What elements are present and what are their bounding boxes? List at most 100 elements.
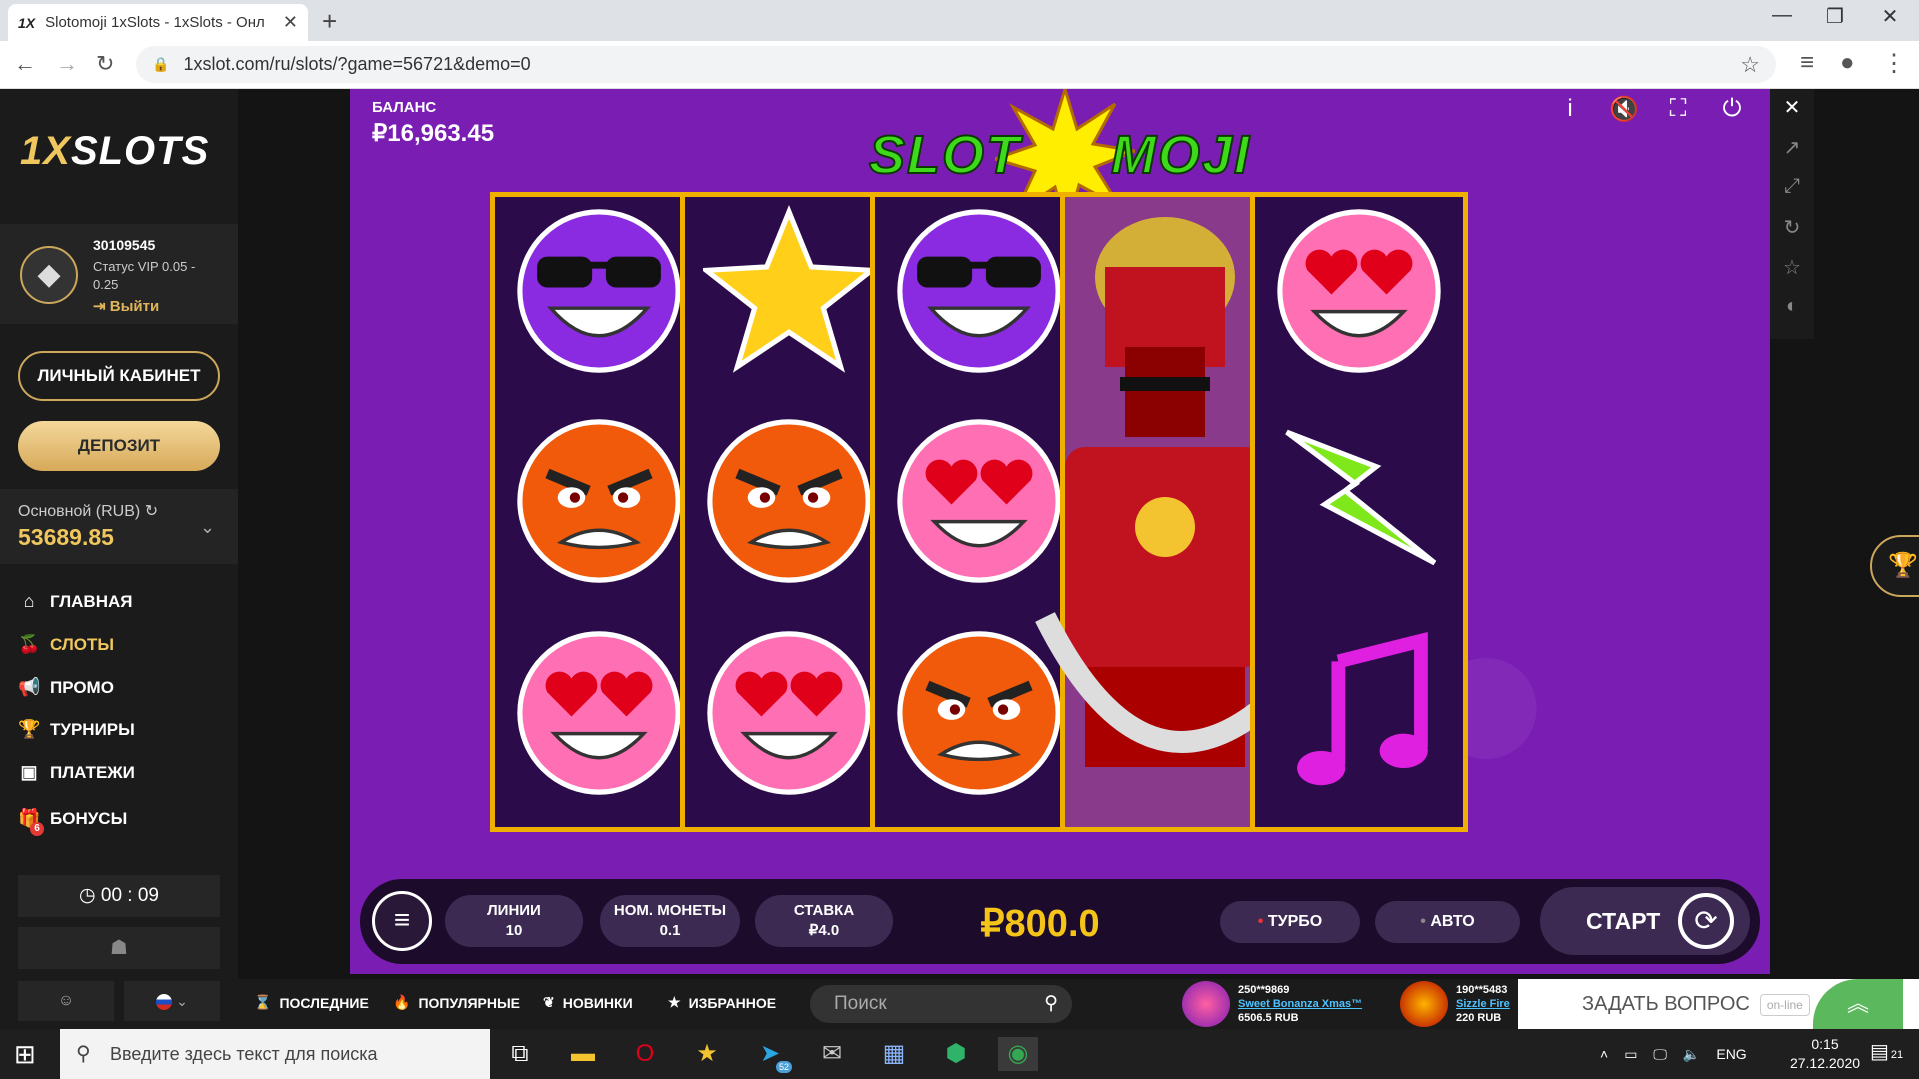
turbo-toggle[interactable]: • ТУРБО bbox=[1220, 901, 1360, 943]
power-icon[interactable]: ⏻ bbox=[1714, 95, 1750, 123]
fullscreen-icon[interactable]: ⛶ bbox=[1660, 95, 1696, 123]
refresh-icon[interactable]: ↻ bbox=[145, 503, 158, 520]
slot-game-canvas[interactable]: БАЛАНС ₽16,963.45 SLOT MOJI i 🔇 ⛶ ⏻ ≡ ЛИ… bbox=[350, 89, 1770, 974]
network-icon[interactable]: 🖵 bbox=[1653, 1046, 1667, 1063]
taskbar-search-placeholder: Введите здесь текст для поиска bbox=[110, 1044, 378, 1064]
nav-label: ГЛАВНАЯ bbox=[50, 591, 133, 611]
deposit-button[interactable]: ДЕПОЗИТ bbox=[18, 421, 220, 471]
calculator-icon[interactable]: ▦ bbox=[874, 1037, 914, 1071]
nav-item-tournaments[interactable]: 🏆 ТУРНИРЫ bbox=[18, 719, 135, 740]
chrome-icon[interactable]: ◉ bbox=[998, 1037, 1038, 1071]
games-bottom-bar: ⌛ ПОСЛЕДНИЕ 🔥 ПОПУЛЯРНЫЕ ❦ НОВИНКИ ★ ИЗБРАНН… bbox=[238, 979, 1919, 1029]
browser-tab-bar: 1X Slotomoji 1xSlots - 1xSlots - Онл ✕ +… bbox=[0, 0, 1919, 41]
feed-text: 250**9869 Sweet Bonanza Xmas™ 6506.5 RUB bbox=[1238, 983, 1362, 1025]
game-menu-button[interactable]: ≡ bbox=[372, 891, 432, 951]
search-icon: ⚲ bbox=[76, 1043, 91, 1065]
language-select[interactable]: ⌄ bbox=[124, 981, 220, 1021]
share-icon[interactable]: ↗ bbox=[1770, 135, 1814, 160]
favorite-star-icon[interactable]: ☆ bbox=[1770, 255, 1814, 280]
clock-date: 27.12.2020 bbox=[1789, 1055, 1861, 1071]
search-placeholder: Поиск bbox=[834, 993, 887, 1014]
feed-amount: 6506.5 RUB bbox=[1238, 1012, 1299, 1024]
close-window-icon[interactable]: ✕ bbox=[1870, 4, 1910, 29]
url-field[interactable]: 🔒 1xslot.com/ru/slots/?game=56721&demo=0… bbox=[136, 46, 1776, 83]
coin-label: НОМ. МОНЕТЫ bbox=[613, 902, 727, 919]
feed-text: 190**5483 Sizzle Fire 220 RUB bbox=[1456, 983, 1510, 1025]
minimize-icon[interactable]: — bbox=[1762, 4, 1802, 27]
mail-app-icon[interactable]: ✉ bbox=[812, 1037, 852, 1071]
tab-new[interactable]: ❦ НОВИНКИ bbox=[543, 994, 633, 1011]
info-icon[interactable]: i bbox=[1552, 95, 1588, 123]
win-feed-item[interactable]: 250**9869 Sweet Bonanza Xmas™ 6506.5 RUB bbox=[1182, 981, 1362, 1027]
chevron-down-icon[interactable]: ⌄ bbox=[200, 517, 215, 538]
nav-item-promo[interactable]: 📢 ПРОМО bbox=[18, 677, 114, 698]
reel-5 bbox=[1250, 192, 1468, 832]
windows-start-icon[interactable]: ⊞ bbox=[14, 1039, 36, 1070]
taskbar-search-input[interactable]: ⚲ Введите здесь текст для поиска bbox=[60, 1029, 490, 1079]
tab-popular[interactable]: 🔥 ПОПУЛЯРНЫЕ bbox=[393, 994, 520, 1011]
back-icon[interactable]: ← bbox=[14, 51, 36, 77]
forward-icon[interactable]: → bbox=[56, 51, 78, 77]
personal-cabinet-button[interactable]: ЛИЧНЫЙ КАБИНЕТ bbox=[18, 351, 220, 401]
timer-value: 00 : 09 bbox=[100, 885, 159, 906]
reload-game-icon[interactable]: ↻ bbox=[1770, 215, 1814, 240]
reload-icon[interactable]: ↻ bbox=[96, 51, 114, 77]
android-app-button[interactable]: ☗ bbox=[18, 927, 220, 969]
nav-item-home[interactable]: ⌂ ГЛАВНАЯ bbox=[18, 591, 133, 612]
tray-chevron-up-icon[interactable]: ˄ bbox=[1600, 1046, 1608, 1062]
volume-icon[interactable]: 🔈 bbox=[1683, 1046, 1700, 1063]
toggle-icon[interactable]: ◐ bbox=[1770, 295, 1814, 318]
close-game-icon[interactable]: ✕ bbox=[1770, 95, 1814, 120]
new-tab-button[interactable]: + bbox=[322, 6, 337, 37]
logout-link[interactable]: ⇥ Выйти bbox=[93, 297, 159, 315]
spin-icon[interactable]: ⟳ bbox=[1678, 893, 1734, 949]
support-button[interactable]: ☺ bbox=[18, 981, 114, 1021]
task-view-icon[interactable]: ⧉ bbox=[500, 1037, 540, 1071]
security-app-icon[interactable]: ⬢ bbox=[936, 1037, 976, 1071]
close-tab-icon[interactable]: ✕ bbox=[283, 12, 298, 33]
media-control-icon[interactable]: ≡ bbox=[1800, 49, 1814, 77]
game-search-input[interactable]: Поиск ⚲ bbox=[810, 985, 1072, 1023]
notification-icon[interactable]: ▤ 21 bbox=[1870, 1039, 1903, 1064]
coin-value: 0.1 bbox=[659, 922, 681, 939]
file-explorer-icon[interactable]: ▬ bbox=[563, 1037, 603, 1071]
star-icon: ★ bbox=[668, 994, 681, 1010]
site-logo[interactable]: 1XSLOTS bbox=[20, 129, 209, 174]
nav-item-payments[interactable]: ▣ ПЛАТЕЖИ bbox=[18, 762, 135, 783]
favorites-app-icon[interactable]: ★ bbox=[687, 1037, 727, 1071]
account-selector[interactable]: Основной (RUB) ↻ 53689.85 ⌄ bbox=[0, 489, 238, 564]
input-language[interactable]: ENG bbox=[1716, 1046, 1746, 1062]
mute-icon[interactable]: 🔇 bbox=[1606, 95, 1642, 124]
nav-item-slots[interactable]: 🍒 СЛОТЫ bbox=[18, 634, 114, 655]
lines-selector[interactable]: ЛИНИИ 10 bbox=[445, 895, 583, 947]
session-timer: ◷ 00 : 09 bbox=[18, 875, 220, 917]
cool-sunglasses-emoji bbox=[517, 209, 681, 373]
coin-value-selector[interactable]: НОМ. МОНЕТЫ 0.1 bbox=[600, 895, 740, 947]
bookmark-star-icon[interactable]: ☆ bbox=[1740, 52, 1760, 78]
win-amount: ₽800.0 bbox=[980, 903, 1100, 945]
feed-game[interactable]: Sweet Bonanza Xmas™ bbox=[1238, 997, 1362, 1011]
win-feed-item[interactable]: 190**5483 Sizzle Fire 220 RUB bbox=[1400, 981, 1510, 1027]
nav-label: ПЛАТЕЖИ bbox=[50, 762, 135, 782]
feed-game[interactable]: Sizzle Fire bbox=[1456, 997, 1510, 1011]
menu-kebab-icon[interactable]: ⋮ bbox=[1882, 49, 1906, 78]
restore-icon[interactable]: ❐ bbox=[1815, 4, 1855, 29]
nav-label: ТУРНИРЫ bbox=[50, 719, 135, 739]
taskbar-clock[interactable]: 0:15 27.12.2020 bbox=[1780, 1035, 1870, 1073]
opera-icon[interactable]: O bbox=[625, 1037, 665, 1071]
telegram-icon[interactable]: ➤ 52 bbox=[750, 1037, 792, 1073]
tab-recent[interactable]: ⌛ ПОСЛЕДНИЕ bbox=[254, 994, 369, 1011]
auto-label: АВТО bbox=[1430, 913, 1475, 930]
tab-favorites[interactable]: ★ ИЗБРАННОЕ bbox=[668, 994, 776, 1011]
auto-toggle[interactable]: • АВТО bbox=[1375, 901, 1520, 943]
bet-selector[interactable]: СТАВКА ₽4.0 bbox=[755, 895, 893, 947]
search-icon[interactable]: ⚲ bbox=[1044, 985, 1058, 1023]
nav-item-bonuses[interactable]: 🎁 БОНУСЫ 6 bbox=[18, 808, 127, 836]
balance-label: БАЛАНС bbox=[372, 99, 437, 116]
battery-icon[interactable]: ▭ bbox=[1624, 1046, 1637, 1063]
angry-emoji bbox=[517, 419, 681, 583]
heart-eyes-emoji bbox=[707, 631, 871, 795]
profile-icon[interactable]: ● bbox=[1840, 49, 1855, 77]
expand-icon[interactable]: ⤢ bbox=[1770, 175, 1814, 198]
browser-tab[interactable]: 1X Slotomoji 1xSlots - 1xSlots - Онл ✕ bbox=[8, 4, 308, 41]
